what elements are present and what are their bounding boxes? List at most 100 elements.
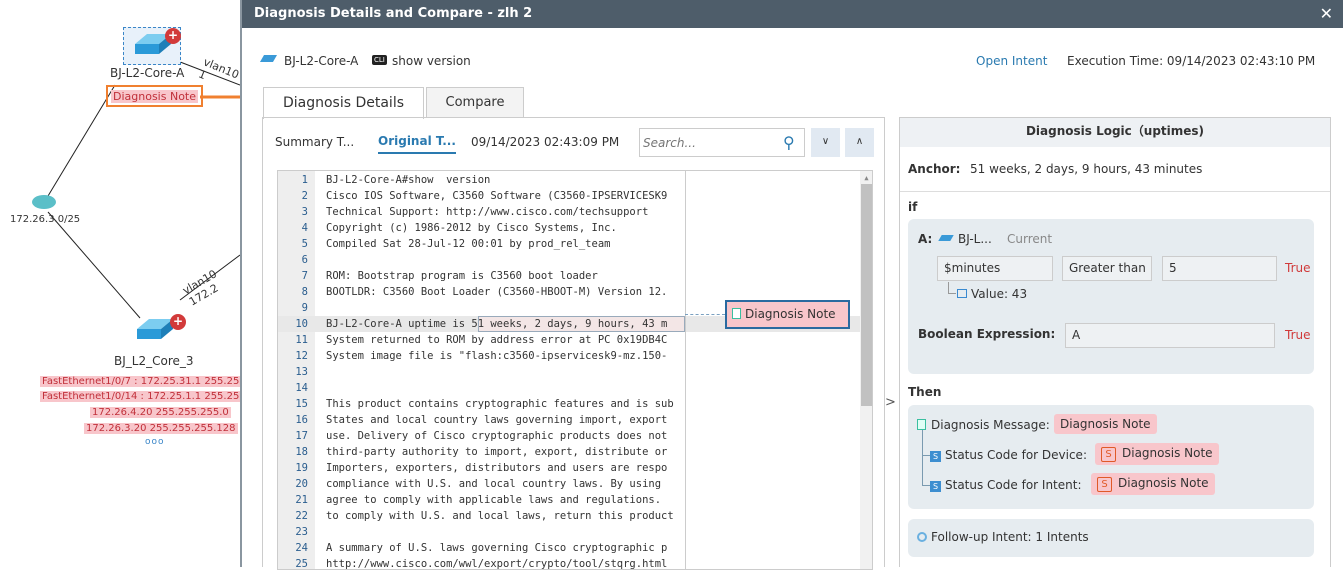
line-number: 10 bbox=[295, 318, 308, 330]
line-number: 11 bbox=[295, 334, 308, 346]
condition-current: Current bbox=[1007, 232, 1053, 246]
diagnosis-note-highlight[interactable]: Diagnosis Note bbox=[106, 85, 204, 107]
line-number: 25 bbox=[295, 558, 308, 570]
boolean-result: True bbox=[1285, 328, 1311, 342]
line-number: 23 bbox=[295, 526, 308, 538]
device-label: BJ_L2_Core_3 bbox=[114, 354, 194, 368]
diagnosis-note-label: Diagnosis Note bbox=[111, 90, 199, 103]
actions-box: Diagnosis Message: Diagnosis Note S Statu… bbox=[908, 405, 1314, 509]
line-number: 6 bbox=[301, 254, 308, 266]
line-number: 19 bbox=[295, 462, 308, 474]
code-line: to comply with U.S. and local laws, retu… bbox=[326, 510, 674, 522]
code-line: Copyright (c) 1986-2012 by Cisco Systems… bbox=[326, 222, 617, 234]
interface-note: FastEthernet1/0/7 : 172.25.31.1 255.255 bbox=[40, 376, 248, 387]
operator-field: Greater than bbox=[1062, 256, 1152, 281]
code-viewer[interactable]: 1 BJ-L2-Core-A#show version 2 Cisco IOS Sof… bbox=[277, 170, 873, 570]
topology-canvas[interactable]: + BJ-L2-Core-A Diagnosis Note vlan10 1 1… bbox=[0, 0, 248, 567]
line-number: 20 bbox=[295, 478, 308, 490]
interface-note: 172.26.3.20 255.255.255.128 bbox=[84, 423, 238, 434]
code-line: A summary of U.S. laws governing Cisco c… bbox=[326, 542, 668, 554]
search-icon[interactable]: ⚲ bbox=[783, 133, 795, 152]
more-button[interactable]: ooo bbox=[145, 437, 165, 447]
scrollbar[interactable]: ▲ bbox=[860, 171, 872, 569]
diagnosis-note-callout[interactable]: Diagnosis Note bbox=[725, 300, 850, 329]
line-number: 12 bbox=[295, 350, 308, 362]
operand-field: 5 bbox=[1162, 256, 1277, 281]
condition-device[interactable]: BJ-L... bbox=[958, 232, 992, 246]
device-name: BJ-L2-Core-A bbox=[284, 54, 359, 68]
line-number: 3 bbox=[301, 206, 308, 218]
diagnosis-logic-panel: Diagnosis Logic（uptimes) Anchor: 51 week… bbox=[899, 117, 1331, 567]
subtab-summary[interactable]: Summary T... bbox=[275, 135, 354, 149]
subnet-icon[interactable] bbox=[32, 195, 56, 209]
intent-icon bbox=[917, 532, 927, 542]
condition-a-label: A: bbox=[918, 232, 933, 246]
status-icon: S bbox=[930, 451, 941, 462]
logic-title: Diagnosis Logic（uptimes) bbox=[900, 118, 1330, 147]
code-line: compliance with U.S. and local country l… bbox=[326, 478, 662, 490]
device-label: BJ-L2-Core-A bbox=[110, 66, 185, 80]
cli-icon: CLI bbox=[372, 55, 387, 65]
subtab-original[interactable]: Original T... bbox=[378, 134, 456, 154]
device-status-label: Status Code for Device: bbox=[945, 448, 1087, 462]
diagnosis-modal: Diagnosis Details and Compare - zlh 2 ✕ … bbox=[240, 0, 1343, 570]
then-label: Then bbox=[908, 385, 942, 399]
line-number: 7 bbox=[301, 270, 308, 282]
details-panel: Summary T... Original T... 09/14/2023 02… bbox=[262, 117, 885, 570]
line-number: 22 bbox=[295, 510, 308, 522]
code-line: agree to comply with applicable laws and… bbox=[326, 494, 662, 506]
code-line: Importers, exporters, distributors and u… bbox=[326, 462, 668, 474]
prev-match-button[interactable]: ∧ bbox=[845, 128, 874, 157]
tab-diagnosis-details[interactable]: Diagnosis Details bbox=[263, 87, 424, 119]
intent-status-value: Diagnosis Note bbox=[1118, 476, 1209, 490]
code-line: System image file is "flash:c3560-ipserv… bbox=[326, 350, 668, 362]
code-line: use. Delivery of Cisco cryptographic pro… bbox=[326, 430, 668, 442]
capture-timestamp: 09/14/2023 02:43:09 PM bbox=[471, 135, 620, 149]
value-label: Value: 43 bbox=[971, 287, 1028, 301]
code-line: http://www.cisco.com/wwl/export/crypto/t… bbox=[326, 558, 668, 570]
line-number: 8 bbox=[301, 286, 308, 298]
message-label: Diagnosis Message: bbox=[931, 418, 1050, 432]
code-line: BJ-L2-Core-A uptime is 51 weeks, 2 days,… bbox=[326, 318, 668, 330]
line-number: 16 bbox=[295, 414, 308, 426]
code-divider bbox=[685, 171, 686, 569]
line-number: 2 bbox=[301, 190, 308, 202]
line-number: 9 bbox=[301, 302, 308, 314]
followup-text[interactable]: Follow-up Intent: 1 Intents bbox=[931, 530, 1089, 544]
command-name: show version bbox=[392, 54, 471, 68]
modal-title: Diagnosis Details and Compare - zlh 2 bbox=[242, 0, 1343, 28]
line-number: 1 bbox=[301, 174, 308, 186]
line-number: 5 bbox=[301, 238, 308, 250]
switch-icon bbox=[259, 55, 278, 62]
code-line: BOOTLDR: C3560 Boot Loader (C3560-HBOOT-… bbox=[326, 286, 668, 298]
code-line: States and local country laws governing … bbox=[326, 414, 668, 426]
collapse-panel-button[interactable]: > bbox=[885, 395, 896, 410]
status-icon: S bbox=[930, 481, 941, 492]
search-input[interactable] bbox=[639, 128, 805, 157]
line-number: 13 bbox=[295, 366, 308, 378]
note-icon bbox=[732, 308, 741, 319]
if-label: if bbox=[908, 200, 918, 214]
boolean-field: A bbox=[1065, 323, 1275, 348]
status-code-icon: S bbox=[1097, 477, 1112, 492]
plus-badge-icon: + bbox=[165, 28, 181, 44]
followup-box[interactable]: Follow-up Intent: 1 Intents bbox=[908, 519, 1314, 557]
interface-note: FastEthernet1/0/14 : 172.25.1.1 255.255 bbox=[40, 391, 248, 402]
plus-badge-icon: + bbox=[170, 314, 186, 330]
line-number: 24 bbox=[295, 542, 308, 554]
next-match-button[interactable]: ∨ bbox=[811, 128, 840, 157]
line-number: 17 bbox=[295, 430, 308, 442]
code-line: This product contains cryptographic feat… bbox=[326, 398, 674, 410]
callout-connector bbox=[685, 314, 725, 315]
tab-compare[interactable]: Compare bbox=[426, 87, 524, 118]
open-intent-link[interactable]: Open Intent bbox=[976, 54, 1047, 68]
value-icon bbox=[957, 289, 967, 298]
variable-field: $minutes bbox=[937, 256, 1053, 281]
boolean-label: Boolean Expression: bbox=[918, 327, 1056, 341]
condition-result: True bbox=[1285, 261, 1311, 275]
anchor-label: Anchor: bbox=[908, 162, 961, 176]
status-code-icon: S bbox=[1101, 447, 1116, 462]
close-button[interactable]: ✕ bbox=[1320, 0, 1333, 28]
code-line: third-party authority to import, export,… bbox=[326, 446, 668, 458]
line-number: 18 bbox=[295, 446, 308, 458]
